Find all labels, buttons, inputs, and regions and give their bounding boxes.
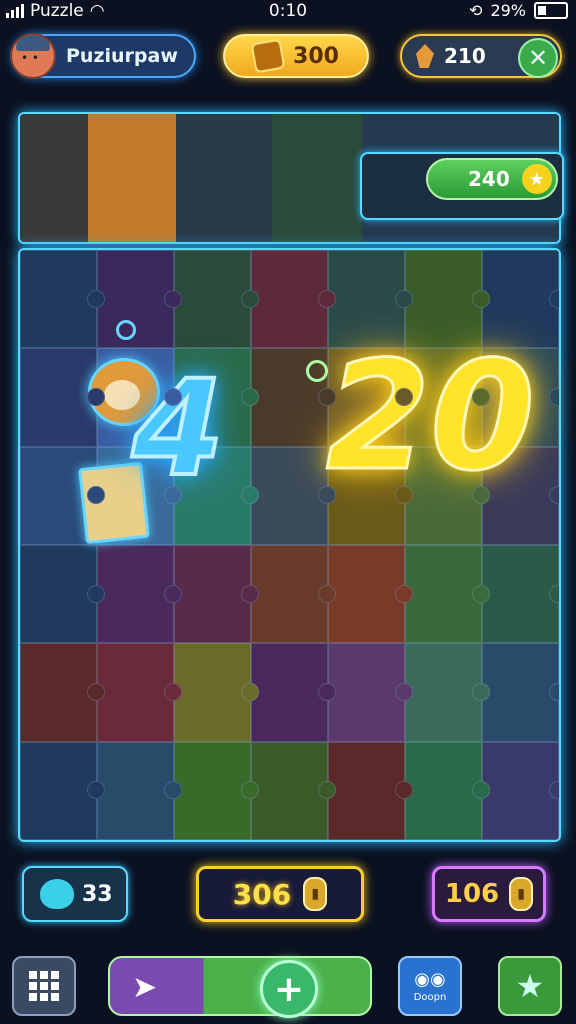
preview-tile <box>88 114 176 242</box>
player-name: Puziurpaw <box>66 45 178 67</box>
preview-tile <box>272 114 362 242</box>
score-value: 240 <box>468 167 510 191</box>
puzzle-tile[interactable] <box>328 643 413 742</box>
grid-icon <box>29 971 59 1001</box>
puzzle-tile[interactable] <box>97 741 182 840</box>
puzzle-tile[interactable] <box>20 545 105 644</box>
puzzle-tile[interactable] <box>174 545 259 644</box>
moves-value: 306 <box>232 877 292 911</box>
gems-value: 210 <box>444 44 486 68</box>
battery-icon <box>534 2 568 19</box>
puzzle-tile[interactable] <box>251 643 336 742</box>
send-icon[interactable]: ➤ <box>132 970 157 1005</box>
glowing-number-left: 4 <box>130 350 226 508</box>
puzzle-tile[interactable] <box>20 741 105 840</box>
bonus-counter[interactable]: 106 ▮ <box>432 866 546 922</box>
moves-counter[interactable]: 306 ▮ <box>196 866 364 922</box>
puzzle-tile[interactable] <box>97 250 182 349</box>
star-icon: ★ <box>515 967 545 1005</box>
bonus-value: 106 <box>444 879 500 909</box>
coin-icon: ▮ <box>509 877 534 911</box>
puzzle-tile[interactable] <box>20 250 105 349</box>
puzzle-tile[interactable] <box>97 643 182 742</box>
shop-icon: ◉◉ <box>414 969 446 990</box>
score-badge[interactable]: 240 ★ <box>426 158 558 200</box>
puzzle-tile[interactable] <box>482 545 559 644</box>
coin-icon: ▮ <box>303 877 328 911</box>
bubble-icon <box>116 320 136 340</box>
puzzle-tile[interactable] <box>482 741 559 840</box>
puzzle-tile[interactable] <box>328 741 413 840</box>
puzzle-tile[interactable] <box>405 741 490 840</box>
puzzle-tile[interactable] <box>482 643 559 742</box>
status-bar: Puzzle ◠ 0:10 ⟲ 29% <box>0 0 576 22</box>
puzzle-tile[interactable] <box>174 741 259 840</box>
shop-label: Doopn <box>413 992 447 1003</box>
puzzle-tile[interactable] <box>97 545 182 644</box>
close-icon[interactable]: ✕ <box>518 38 558 78</box>
favorites-button[interactable]: ★ <box>498 956 562 1016</box>
puzzle-tile[interactable] <box>328 545 413 644</box>
puzzle-tile[interactable] <box>174 643 259 742</box>
lives-value: 33 <box>82 881 113 907</box>
preview-tile <box>20 114 88 242</box>
coins-value: 300 <box>293 43 339 69</box>
puzzle-tile[interactable] <box>405 643 490 742</box>
puzzle-tile[interactable] <box>251 446 336 545</box>
star-icon: ★ <box>521 164 552 194</box>
lives-counter[interactable]: 33 <box>22 866 128 922</box>
menu-button[interactable] <box>12 956 76 1016</box>
avatar <box>10 33 56 79</box>
bubble-icon <box>306 360 328 382</box>
puzzle-tile[interactable] <box>251 741 336 840</box>
gems-counter[interactable]: 210 ✕ <box>400 34 562 78</box>
puzzle-tile[interactable] <box>405 545 490 644</box>
slime-icon <box>40 879 74 909</box>
gem-icon <box>416 44 434 68</box>
preview-tile <box>176 114 272 242</box>
player-profile[interactable]: Puziurpaw <box>10 33 196 79</box>
plus-icon[interactable]: + <box>260 960 318 1018</box>
coins-counter[interactable]: 300 <box>223 34 369 78</box>
play-bar[interactable]: ➤ + <box>108 956 372 1018</box>
puzzle-tile[interactable] <box>251 250 336 349</box>
puzzle-tile[interactable] <box>174 250 259 349</box>
glowing-number-right: 20 <box>325 329 537 506</box>
battery-percent: 29% <box>490 1 526 20</box>
puzzle-tile[interactable] <box>251 545 336 644</box>
coin-icon <box>250 38 286 74</box>
shop-button[interactable]: ◉◉ Doopn <box>398 956 462 1016</box>
puzzle-tile[interactable] <box>20 643 105 742</box>
rotation-lock-icon: ⟲ <box>469 1 483 20</box>
